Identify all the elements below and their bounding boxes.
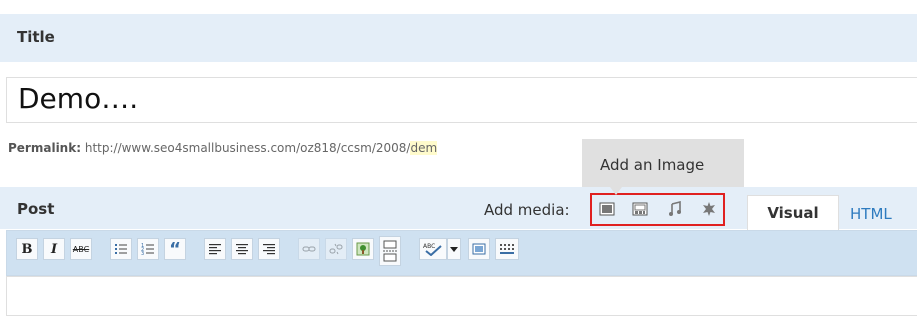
unlink-button[interactable]	[325, 238, 347, 260]
strikethrough-button[interactable]: ABC	[70, 238, 92, 260]
align-left-button[interactable]	[204, 238, 226, 260]
post-label: Post	[17, 200, 55, 218]
italic-icon: I	[50, 242, 58, 257]
tab-html[interactable]: HTML	[850, 205, 892, 223]
editor-content-area[interactable]	[6, 276, 917, 316]
permalink-slug[interactable]: dem	[410, 141, 438, 155]
align-left-icon	[209, 244, 221, 255]
unordered-list-button[interactable]	[110, 238, 132, 260]
title-header-bar	[0, 14, 917, 62]
link-icon	[302, 246, 316, 252]
spellcheck-icon: ABC	[423, 243, 442, 256]
title-input[interactable]	[6, 77, 917, 123]
align-right-button[interactable]	[258, 238, 280, 260]
svg-text:ABC: ABC	[423, 243, 435, 250]
insert-image-button[interactable]	[352, 238, 374, 260]
fullscreen-button[interactable]	[468, 238, 490, 260]
svg-text:3: 3	[141, 251, 144, 256]
unordered-list-icon	[115, 244, 127, 254]
add-audio-icon[interactable]	[667, 201, 683, 217]
bold-icon: B	[21, 242, 33, 257]
strikethrough-icon: ABC	[72, 245, 90, 254]
tooltip-arrow	[610, 187, 622, 195]
permalink-label: Permalink:	[8, 141, 82, 155]
add-media-label: Add media:	[484, 201, 570, 219]
add-image-icon[interactable]	[599, 201, 615, 217]
add-video-icon[interactable]	[632, 201, 648, 217]
italic-button[interactable]: I	[43, 238, 65, 260]
chevron-down-icon	[450, 247, 458, 252]
permalink-url[interactable]: http://www.seo4smallbusiness.com/oz818/c…	[85, 141, 411, 155]
kitchen-sink-icon	[500, 244, 514, 254]
blockquote-button[interactable]: “	[164, 238, 186, 260]
image-icon	[356, 242, 370, 256]
insert-more-button[interactable]	[379, 236, 401, 266]
title-label: Title	[17, 28, 55, 46]
spellcheck-button[interactable]: ABC	[419, 238, 447, 260]
align-center-button[interactable]	[231, 238, 253, 260]
tooltip-text: Add an Image	[600, 156, 705, 174]
bold-button[interactable]: B	[16, 238, 38, 260]
tab-visual[interactable]: Visual	[747, 195, 839, 230]
blockquote-icon: “	[169, 239, 181, 260]
ordered-list-icon: 123	[141, 243, 154, 256]
align-right-icon	[263, 244, 275, 255]
title-input-value[interactable]: Demo….	[18, 82, 138, 115]
unlink-icon	[329, 243, 343, 255]
ordered-list-button[interactable]: 123	[137, 238, 159, 260]
permalink: Permalink: http://www.seo4smallbusiness.…	[8, 141, 438, 155]
insert-link-button[interactable]	[298, 238, 320, 260]
align-center-icon	[236, 244, 248, 255]
spellcheck-dropdown-button[interactable]	[447, 238, 461, 260]
more-tag-icon	[383, 240, 397, 262]
fullscreen-icon	[472, 243, 486, 255]
add-media-icon[interactable]	[701, 201, 717, 217]
kitchen-sink-button[interactable]	[495, 238, 519, 260]
